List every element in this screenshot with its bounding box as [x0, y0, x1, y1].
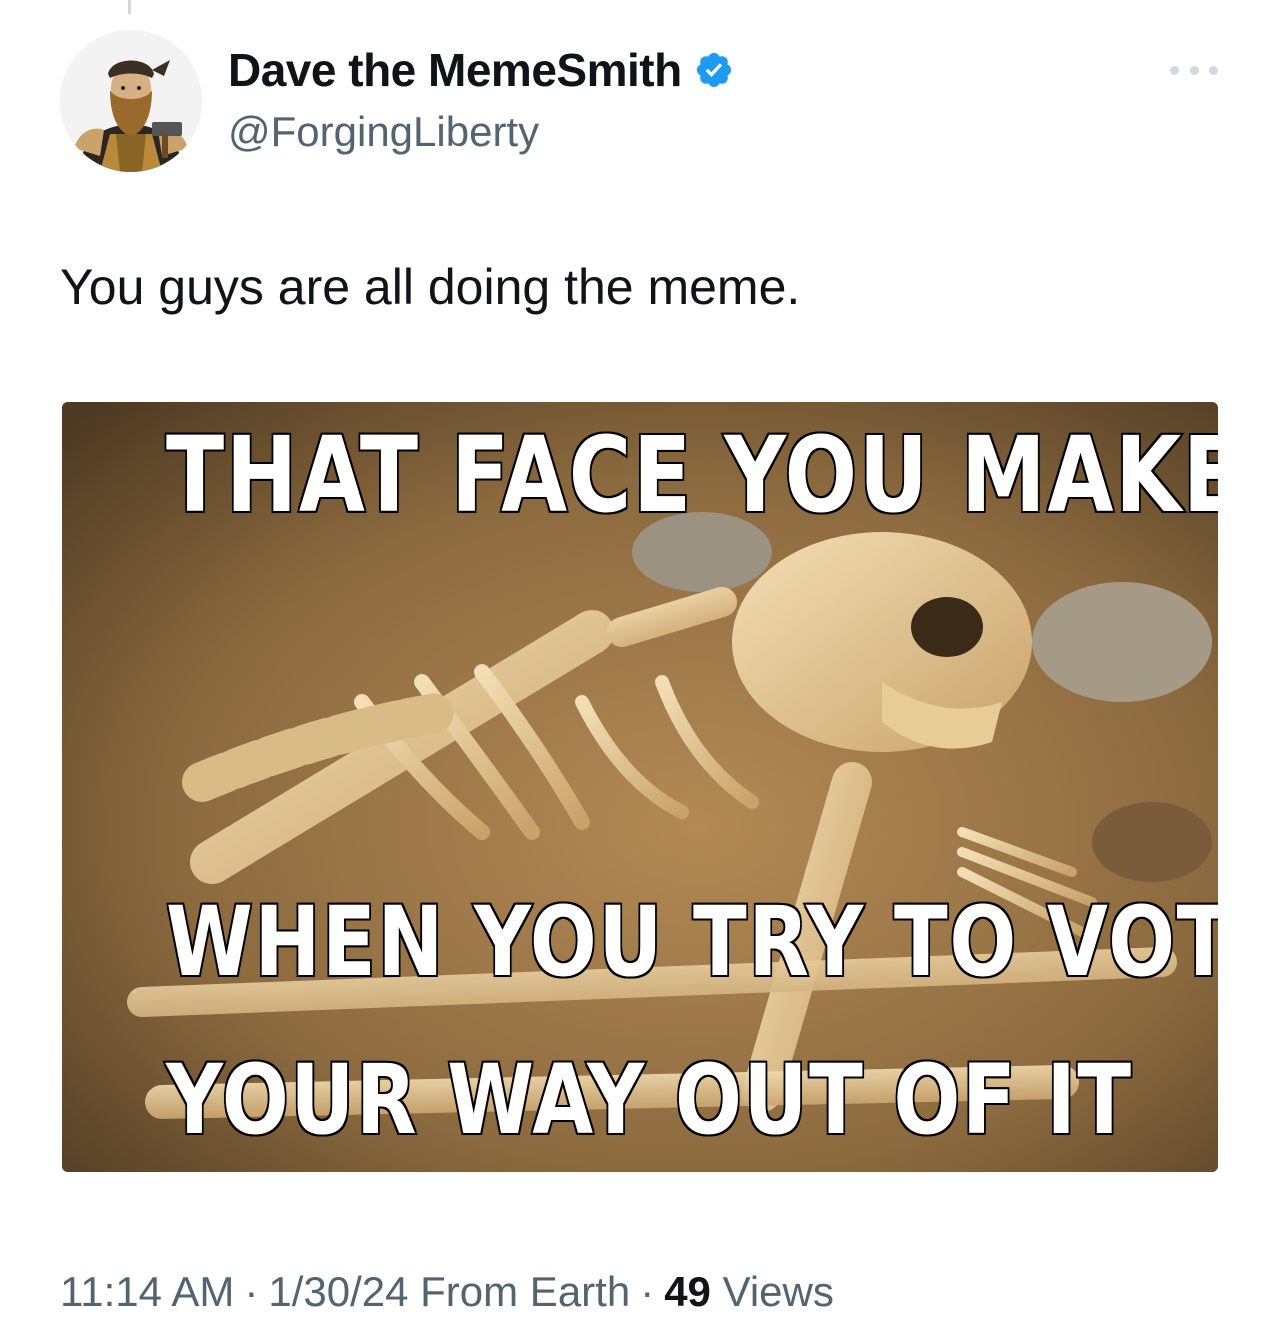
more-options-icon — [1170, 65, 1179, 75]
tweet-time[interactable]: 11:14 AM — [60, 1268, 234, 1315]
views-label[interactable]: Views — [723, 1268, 834, 1315]
more-options-icon-dot — [1209, 65, 1218, 75]
tweet-metadata: 11:14 AM · 1/30/24 From Earth · 49 Views — [60, 1268, 834, 1316]
thread-connector-line — [128, 0, 131, 14]
meme-bottom-caption-line2: YOUR WAY OUT OF IT — [164, 1042, 1133, 1158]
verified-badge-icon — [696, 52, 731, 88]
avatar[interactable] — [60, 30, 202, 172]
views-count[interactable]: 49 — [664, 1268, 711, 1315]
tweet-date[interactable]: 1/30/24 — [268, 1268, 408, 1315]
tweet-media-image[interactable]: THAT FACE YOU MAKE WHEN YOU TRY TO VOTE … — [62, 402, 1218, 1172]
blacksmith-avatar-icon — [60, 30, 202, 172]
tweet-source: From Earth — [420, 1268, 631, 1315]
author-name-row: Dave the MemeSmith — [228, 42, 734, 98]
meme-top-caption: THAT FACE YOU MAKE — [164, 412, 1218, 538]
author-display-name[interactable]: Dave the MemeSmith — [228, 43, 682, 97]
meme-bottom-caption-line1: WHEN YOU TRY TO VOTE — [164, 884, 1218, 1000]
tweet-text: You guys are all doing the meme. — [60, 259, 801, 315]
more-options-icon-dot — [1189, 65, 1199, 75]
meta-separator: · — [244, 1268, 259, 1315]
meta-separator: · — [640, 1268, 655, 1315]
author-handle[interactable]: @ForgingLiberty — [228, 108, 539, 156]
more-options-button[interactable] — [1170, 60, 1218, 80]
